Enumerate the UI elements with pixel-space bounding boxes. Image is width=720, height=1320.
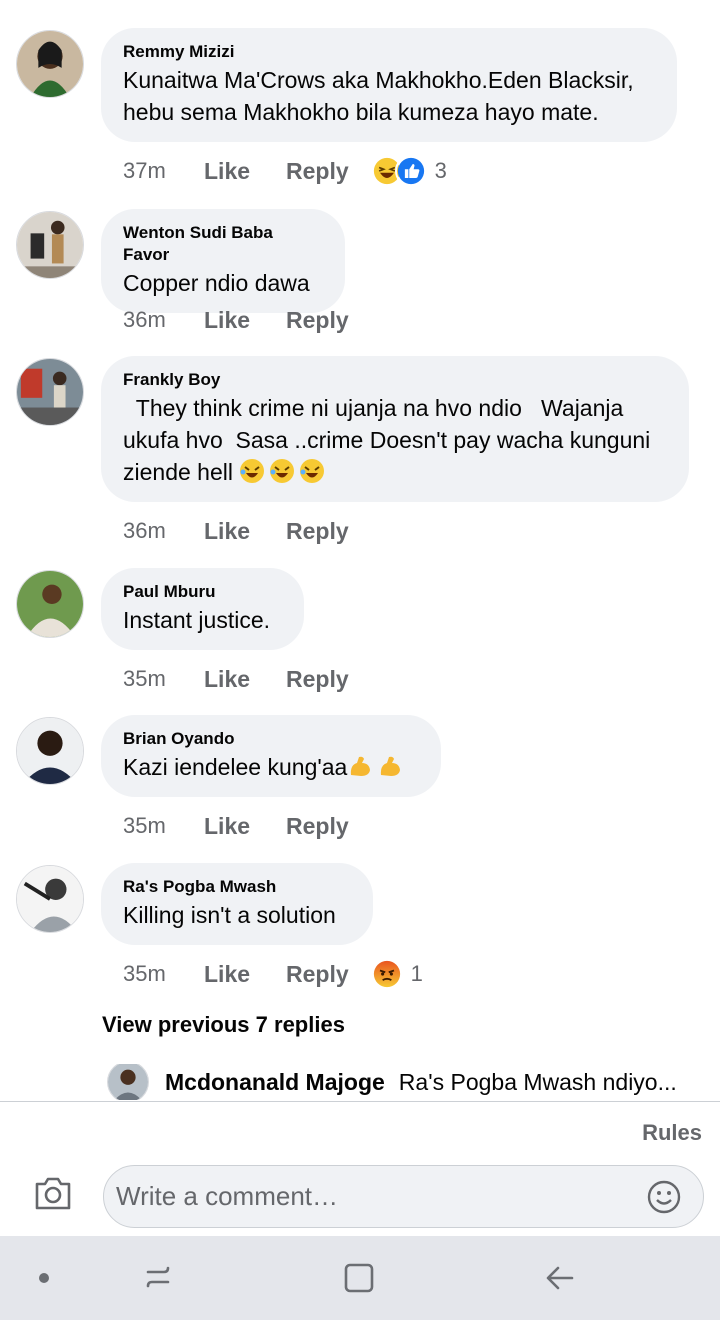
comment-author[interactable]: Frankly Boy <box>123 369 667 391</box>
comment-input-placeholder: Write a comment… <box>116 1181 339 1211</box>
avatar[interactable] <box>16 30 84 98</box>
smiley-icon[interactable] <box>647 1180 681 1214</box>
reaction-summary[interactable]: 1 <box>370 958 423 990</box>
comment-text: Copper ndio dawa <box>123 270 310 296</box>
comment-text-body: They think crime ni ujanja na hvo ndio W… <box>123 395 657 485</box>
comment-bubble: Frankly Boy They think crime ni ujanja n… <box>101 356 689 502</box>
reply-button[interactable]: Reply <box>286 158 349 185</box>
avatar[interactable] <box>16 358 84 426</box>
recent-apps-icon[interactable] <box>140 1260 176 1296</box>
rofl-emoji-icon <box>299 458 325 484</box>
comment-time[interactable]: 35m <box>123 666 204 692</box>
comment-bubble: Remmy Mizizi Kunaitwa Ma'Crows aka Makho… <box>101 28 677 142</box>
comment-bubble: Paul Mburu Instant justice. <box>101 568 304 650</box>
dot-icon[interactable] <box>26 1260 62 1296</box>
comment-actions: 36m Like Reply <box>123 303 385 337</box>
reaction-summary[interactable]: 3 <box>370 155 447 187</box>
flexed-biceps-emoji-icon <box>347 753 373 779</box>
reply-author: Mcdonanald Majoge <box>165 1068 385 1095</box>
comment-actions: 35m Like Reply <box>123 662 385 696</box>
like-button[interactable]: Like <box>204 813 250 840</box>
comment-author[interactable]: Brian Oyando <box>123 728 419 750</box>
rofl-emoji-icon <box>239 458 265 484</box>
angry-reaction-icon <box>370 958 403 990</box>
avatar <box>107 1064 149 1100</box>
like-button[interactable]: Like <box>204 666 250 693</box>
reply-button[interactable]: Reply <box>286 961 349 988</box>
camera-icon[interactable] <box>33 1175 73 1211</box>
reaction-count: 3 <box>434 158 447 183</box>
back-icon[interactable] <box>542 1260 578 1296</box>
like-reaction-icon <box>394 155 427 187</box>
comment-author[interactable]: Wenton Sudi Baba Favor <box>123 222 323 266</box>
avatar[interactable] <box>16 211 84 279</box>
rules-link[interactable]: Rules <box>642 1120 702 1146</box>
comment-bubble: Brian Oyando Kazi iendelee kung'aa <box>101 715 441 797</box>
system-navigation-bar <box>0 1236 720 1320</box>
comment-text: Killing isn't a solution <box>123 902 336 928</box>
comment-input[interactable]: Write a comment… <box>103 1165 704 1228</box>
like-button[interactable]: Like <box>204 158 250 185</box>
reply-snippet: Ra's Pogba Mwash ndiyo... <box>398 1068 677 1095</box>
comment-time[interactable]: 35m <box>123 961 204 987</box>
comment-composer: Rules Write a comment… <box>0 1101 720 1235</box>
comment-text: They think crime ni ujanja na hvo ndio W… <box>123 392 667 488</box>
comment-time[interactable]: 35m <box>123 813 204 839</box>
comment-text: Kunaitwa Ma'Crows aka Makhokho.Eden Blac… <box>123 67 641 125</box>
reply-button[interactable]: Reply <box>286 813 349 840</box>
reply-button[interactable]: Reply <box>286 307 349 334</box>
comment-text: Instant justice. <box>123 607 271 633</box>
avatar[interactable] <box>16 570 84 638</box>
comment-actions: 36m Like Reply <box>123 514 385 548</box>
comment-bubble: Ra's Pogba Mwash Killing isn't a solutio… <box>101 863 373 945</box>
comment-text-body: Kazi iendelee kung'aa <box>123 754 348 780</box>
comment-bubble: Wenton Sudi Baba Favor Copper ndio dawa <box>101 209 345 313</box>
reply-button[interactable]: Reply <box>286 518 349 545</box>
like-button[interactable]: Like <box>204 961 250 988</box>
comment-author[interactable]: Paul Mburu <box>123 581 282 603</box>
view-previous-replies-link[interactable]: View previous 7 replies <box>102 1012 345 1038</box>
comment-author[interactable]: Ra's Pogba Mwash <box>123 876 351 898</box>
comment-actions: 37m Like Reply 3 <box>123 154 447 188</box>
like-button[interactable]: Like <box>204 307 250 334</box>
comment-author[interactable]: Remmy Mizizi <box>123 41 655 63</box>
comment-actions: 35m Like Reply 1 <box>123 957 423 991</box>
home-icon[interactable] <box>341 1260 377 1296</box>
reply-preview[interactable]: Mcdonanald Majoge Ra's Pogba Mwash ndiyo… <box>107 1064 707 1100</box>
flexed-biceps-emoji-icon <box>377 753 403 779</box>
avatar[interactable] <box>16 717 84 785</box>
comment-time[interactable]: 37m <box>123 158 204 184</box>
comment-time[interactable]: 36m <box>123 307 204 333</box>
comment-actions: 35m Like Reply <box>123 809 385 843</box>
reply-button[interactable]: Reply <box>286 666 349 693</box>
reaction-count: 1 <box>410 961 423 986</box>
comment-text: Kazi iendelee kung'aa <box>123 751 419 783</box>
avatar[interactable] <box>16 865 84 933</box>
rofl-emoji-icon <box>269 458 295 484</box>
like-button[interactable]: Like <box>204 518 250 545</box>
comment-time[interactable]: 36m <box>123 518 204 544</box>
